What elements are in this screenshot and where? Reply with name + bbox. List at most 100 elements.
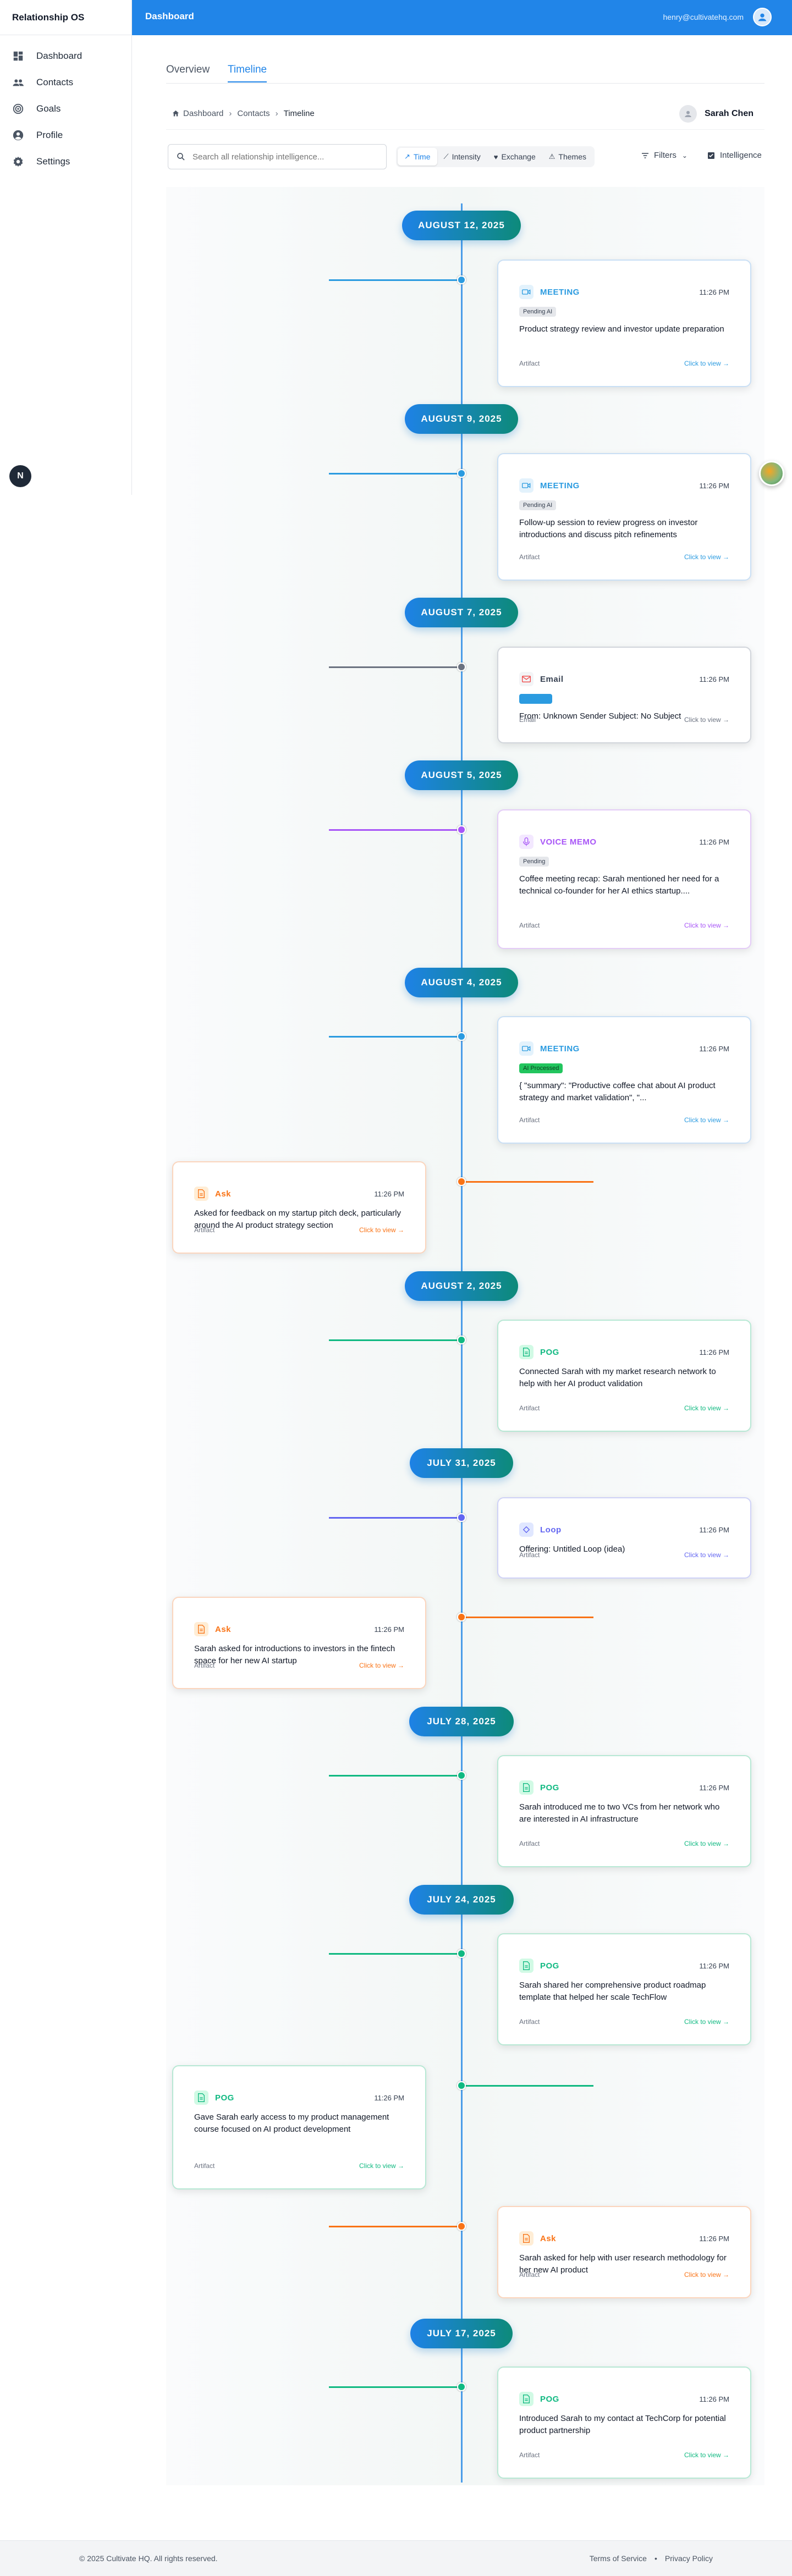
user-avatar-button[interactable]	[753, 8, 772, 26]
sidebar-item-label: Dashboard	[36, 51, 82, 61]
click-to-view-link[interactable]: Click to view →	[684, 1551, 729, 1559]
timeline-node[interactable]	[457, 2222, 466, 2231]
view-mode-intensity[interactable]: ⟋ Intensity	[437, 148, 487, 166]
timeline-node[interactable]	[457, 1949, 466, 1958]
separator-dot: •	[654, 2554, 657, 2563]
document-icon	[519, 1959, 534, 1973]
intelligence-toggle[interactable]: Intelligence	[707, 151, 762, 160]
timeline-card[interactable]: Loop 11:26 PM Offering: Untitled Loop (i…	[497, 1497, 751, 1579]
filters-button[interactable]: Filters ⌄	[641, 151, 688, 160]
click-to-view-link[interactable]: Click to view →	[684, 716, 729, 724]
timeline-card[interactable]: POG 11:26 PM Sarah shared her comprehens…	[497, 1933, 751, 2045]
click-to-view-link[interactable]: Click to view →	[684, 2018, 729, 2026]
card-footer: Artifact Click to view →	[519, 922, 729, 929]
contact-chip[interactable]: Sarah Chen	[679, 105, 754, 123]
timeline-node[interactable]	[457, 1177, 466, 1186]
card-type-label: POG	[215, 2093, 234, 2103]
timeline-card[interactable]: MEETING 11:26 PM Pending AI Product stra…	[497, 260, 751, 387]
floating-avatar[interactable]	[759, 461, 784, 486]
app-brand[interactable]: Relationship OS	[0, 0, 132, 35]
card-type: POG	[519, 1345, 559, 1359]
tab-timeline[interactable]: Timeline	[228, 64, 267, 82]
card-type-label: Ask	[215, 1624, 232, 1634]
privacy-link[interactable]: Privacy Policy	[665, 2554, 713, 2563]
timeline-node[interactable]	[457, 469, 466, 478]
click-to-view-link[interactable]: Click to view →	[684, 922, 729, 929]
card-type: POG	[519, 1780, 559, 1795]
card-summary: Introduced Sarah to my contact at TechCo…	[519, 2414, 726, 2435]
timeline-card[interactable]: POG 11:26 PM Sarah introduced me to two …	[497, 1755, 751, 1867]
sidebar-item-profile[interactable]: Profile	[0, 122, 131, 148]
click-to-view-link[interactable]: Click to view →	[684, 1116, 729, 1124]
timeline-card[interactable]: Ask 11:26 PM Sarah asked for introductio…	[172, 1597, 426, 1689]
click-to-view-link[interactable]: Click to view →	[684, 1404, 729, 1412]
timeline-card[interactable]: Email 11:26 PM Unknown From: Unknown Sen…	[497, 647, 751, 743]
card-footer: Artifact Click to view →	[519, 1551, 729, 1559]
card-footer: Artifact Click to view →	[194, 1226, 404, 1234]
date-marker: AUGUST 7, 2025	[405, 598, 518, 627]
timeline-connector	[329, 1339, 461, 1341]
search-box[interactable]	[168, 144, 387, 169]
timeline-node[interactable]	[457, 2382, 466, 2391]
tab-overview[interactable]: Overview	[166, 64, 210, 81]
card-header: Loop 11:26 PM	[519, 1523, 729, 1537]
click-to-view-link[interactable]: Click to view →	[684, 1840, 729, 1847]
timeline-card[interactable]: POG 11:26 PM Gave Sarah early access to …	[172, 2065, 426, 2189]
timeline-card[interactable]: MEETING 11:26 PM Pending AI Follow-up se…	[497, 453, 751, 581]
timeline-card[interactable]: Ask 11:26 PM Sarah asked for help with u…	[497, 2206, 751, 2298]
click-to-view-link[interactable]: Click to view →	[359, 1226, 404, 1234]
click-to-view-link[interactable]: Click to view →	[684, 360, 729, 367]
view-mode-label: Time	[413, 152, 431, 161]
sidebar-item-label: Profile	[36, 130, 63, 140]
timeline-card[interactable]: POG 11:26 PM Connected Sarah with my mar…	[497, 1320, 751, 1432]
card-type-label: MEETING	[540, 481, 580, 490]
timeline-node[interactable]	[457, 1032, 466, 1041]
sidebar-item-dashboard[interactable]: Dashboard	[0, 43, 131, 69]
sidebar-item-settings[interactable]: Settings	[0, 148, 131, 175]
click-to-view-link[interactable]: Click to view →	[684, 553, 729, 561]
timeline-node[interactable]	[457, 663, 466, 671]
card-summary: Follow-up session to review progress on …	[519, 518, 698, 539]
card-type: POG	[194, 2090, 234, 2105]
view-mode-exchange[interactable]: ♥ Exchange	[487, 148, 542, 166]
terms-link[interactable]: Terms of Service	[590, 2554, 647, 2563]
timeline-node[interactable]	[457, 1771, 466, 1780]
breadcrumb-bar: Dashboard › Contacts › Timeline Sarah Ch…	[166, 99, 765, 130]
timeline-node[interactable]	[457, 1513, 466, 1522]
timeline-card[interactable]: MEETING 11:26 PM AI Processed { "summary…	[497, 1016, 751, 1144]
click-to-view-link[interactable]: Click to view →	[359, 1662, 404, 1669]
sidebar-item-contacts[interactable]: Contacts	[0, 69, 131, 96]
timeline-node[interactable]	[457, 1336, 466, 1344]
timeline-node[interactable]	[457, 1613, 466, 1621]
click-to-view-link[interactable]: Click to view →	[359, 2162, 404, 2170]
breadcrumb-item[interactable]: Contacts	[237, 109, 270, 118]
sidebar-item-goals[interactable]: Goals	[0, 96, 131, 122]
card-footer: Artifact Click to view →	[194, 1662, 404, 1669]
click-to-view-link[interactable]: Click to view →	[684, 2271, 729, 2279]
click-to-view-link[interactable]: Click to view →	[684, 2451, 729, 2459]
view-mode-themes[interactable]: ⚠ Themes	[542, 148, 593, 166]
timeline-node[interactable]	[457, 825, 466, 834]
timeline-card[interactable]: POG 11:26 PM Introduced Sarah to my cont…	[497, 2367, 751, 2479]
card-type-label: MEETING	[540, 1044, 580, 1053]
card-time: 11:26 PM	[699, 1783, 729, 1792]
video-icon	[519, 478, 534, 493]
timeline-node[interactable]	[457, 2081, 466, 2090]
chevron-right-icon: ›	[275, 109, 278, 118]
card-summary: Sarah shared her comprehensive product r…	[519, 1981, 706, 2002]
timeline-card[interactable]: VOICE MEMO 11:26 PM Pending Coffee meeti…	[497, 809, 751, 949]
search-input[interactable]	[193, 152, 380, 162]
card-summary: Gave Sarah early access to my product ma…	[194, 2112, 389, 2134]
timeline-card[interactable]: Ask 11:26 PM Asked for feedback on my st…	[172, 1161, 426, 1254]
timeline-connector	[461, 2085, 593, 2087]
video-icon	[519, 285, 534, 299]
timeline-node[interactable]	[457, 275, 466, 284]
document-icon	[519, 1780, 534, 1795]
date-marker: JULY 24, 2025	[409, 1885, 514, 1915]
status-badge: Pending	[519, 857, 549, 867]
view-mode-time[interactable]: ↗ Time	[398, 148, 437, 166]
breadcrumb-item[interactable]: Dashboard	[183, 109, 223, 118]
sidebar-item-label: Settings	[36, 156, 70, 167]
copyright: © 2025 Cultivate HQ. All rights reserved…	[79, 2554, 218, 2563]
user-initial-button[interactable]: N	[9, 465, 31, 487]
